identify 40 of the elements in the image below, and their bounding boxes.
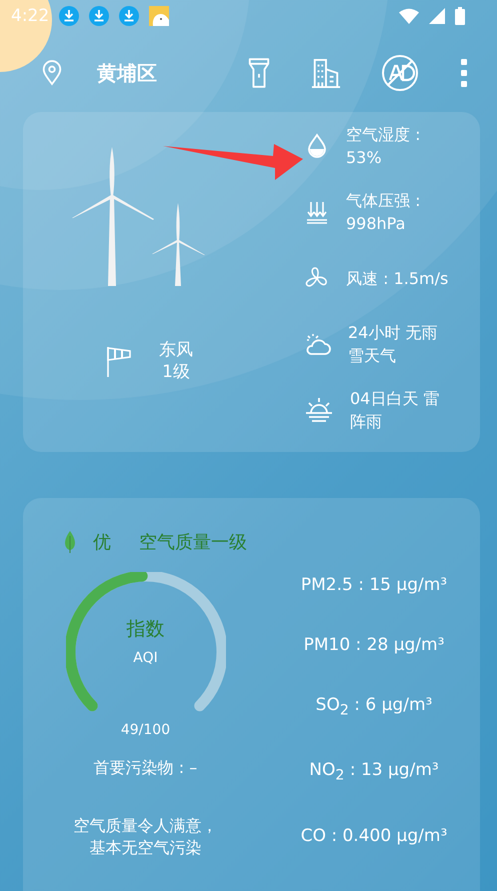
- air-quality-grade: 优: [93, 531, 111, 554]
- air-quality-description: 空气质量令人满意，基本无空气污染: [72, 815, 218, 859]
- wifi-icon: [399, 8, 419, 24]
- location-icon[interactable]: [41, 60, 63, 86]
- air-quality-level: 空气质量一级: [139, 531, 247, 554]
- download-icon: [89, 6, 110, 26]
- signal-icon: [429, 8, 445, 24]
- sun-drawing: [0, 0, 52, 72]
- pollutant-reading: PM10 : 28 μg/m³: [304, 634, 444, 656]
- status-time: 4:22: [11, 6, 50, 26]
- weather-detail: 04日白天 雷阵雨: [350, 388, 440, 433]
- primary-pollutant: 首要污染物 : –: [94, 758, 198, 779]
- wind-level: 1级: [162, 361, 190, 383]
- download-icon: [119, 6, 140, 26]
- app-icon: [149, 6, 170, 26]
- partly-cloudy-icon: [305, 332, 331, 356]
- pollutant-reading: SO$_{2}$ : 6 μg/m³: [316, 694, 432, 720]
- weather-detail: 气体压强 : 998hPa: [346, 190, 422, 235]
- pressure-icon: [305, 200, 329, 224]
- gauge-label: 指数: [126, 617, 166, 642]
- weather-detail: 空气湿度 : 53%: [346, 124, 422, 169]
- battery-icon: [455, 7, 465, 25]
- aqi-label: AQI: [132, 650, 159, 666]
- location-name[interactable]: 黄埔区: [97, 60, 157, 86]
- aqi-reading: 49/100: [120, 722, 172, 738]
- no-ads-icon[interactable]: [381, 54, 419, 92]
- wind-direction: 东风: [159, 339, 193, 361]
- weather-detail: 24小时 无雨雪天气: [348, 322, 438, 367]
- windsock-icon: [107, 345, 133, 377]
- building-icon[interactable]: [311, 58, 341, 88]
- download-icon: [59, 6, 80, 26]
- weather-detail: 风速 : 1.5m/s: [346, 268, 448, 290]
- flashlight-icon[interactable]: [247, 57, 271, 89]
- pollutant-reading: CO : 0.400 μg/m³: [300, 824, 448, 847]
- sunrise-icon: [305, 397, 333, 423]
- pollutant-reading: NO$_{2}$ : 13 μg/m³: [309, 759, 439, 786]
- leaf-icon: [63, 530, 77, 554]
- more-icon[interactable]: [461, 59, 467, 87]
- pollutant-reading: PM2.5 : 15 μg/m³: [300, 574, 448, 596]
- water-drop-icon: [305, 133, 329, 159]
